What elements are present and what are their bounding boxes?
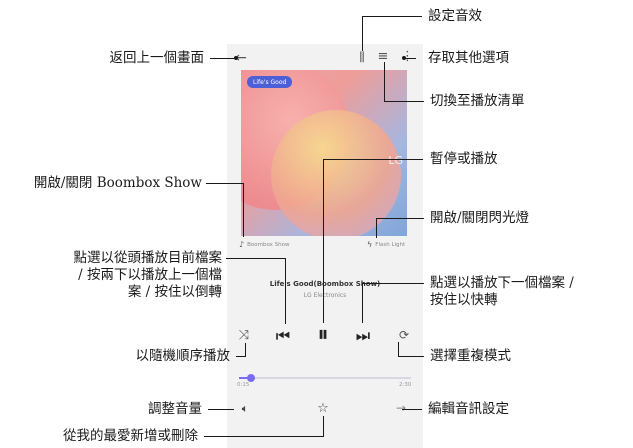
star-icon[interactable]: ☆ bbox=[315, 401, 331, 416]
album-art: Life's Good LG bbox=[241, 70, 407, 236]
annotation-repeat: 選擇重複模式 bbox=[430, 348, 511, 364]
skip-next-icon[interactable]: ⏭ bbox=[352, 326, 374, 346]
boombox-toggle[interactable]: ♪ Boombox Show bbox=[239, 240, 290, 249]
playlist-icon[interactable]: ≡ bbox=[375, 49, 391, 64]
annotation-edit-audio: 編輯音訊設定 bbox=[428, 401, 509, 417]
boombox-label: Boombox Show bbox=[247, 241, 290, 248]
annotation-shuffle: 以隨機順序播放 bbox=[135, 348, 231, 364]
annotation-switch-playlist: 切換至播放清單 bbox=[430, 93, 525, 109]
annotation-set-sound-effect: 設定音效 bbox=[428, 8, 482, 24]
edit-arrow-icon[interactable]: → bbox=[393, 401, 409, 415]
artist-name: LG Electronics bbox=[303, 292, 347, 299]
flash-icon: ϟ bbox=[367, 240, 373, 249]
annotation-next-line: 點選以播放下一個檔案 / bbox=[430, 275, 574, 291]
annotation-next: 點選以播放下一個檔案 / 按住以快轉 bbox=[430, 275, 574, 309]
repeat-icon[interactable]: ⟳ bbox=[395, 328, 413, 342]
time-elapsed: 0:15 bbox=[237, 382, 250, 388]
flash-label: Flash Light bbox=[375, 241, 406, 248]
flash-toggle[interactable]: ϟ Flash Light bbox=[367, 240, 405, 249]
album-tag: Life's Good bbox=[247, 76, 293, 88]
music-player-screen: ← ⫼ ≡ ⋮ Life's Good LG ♪ Boombox Show ϟ … bbox=[227, 44, 423, 448]
annotation-flash: 開啟/關閉閃光燈 bbox=[430, 210, 530, 226]
boombox-icon: ♪ bbox=[239, 240, 245, 249]
equalizer-icon[interactable]: ⫼ bbox=[355, 50, 369, 65]
shuffle-icon[interactable]: ⤨ bbox=[235, 328, 253, 343]
annotation-previous-line: 點選以從頭播放目前檔案 bbox=[73, 250, 223, 266]
annotation-boombox: 開啟/關閉 Boombox Show bbox=[33, 175, 202, 191]
album-tag-label: Life's Good bbox=[253, 78, 287, 86]
skip-previous-icon[interactable]: ⏮ bbox=[272, 326, 294, 346]
annotation-more-options: 存取其他選項 bbox=[428, 50, 509, 66]
annotation-favorite: 從我的最愛新增或刪除 bbox=[63, 428, 198, 444]
seek-bar[interactable] bbox=[239, 374, 411, 382]
album-side-text: LG bbox=[388, 154, 403, 167]
pause-icon[interactable]: ⏸ bbox=[310, 322, 336, 347]
annotation-previous: 點選以從頭播放目前檔案 / 按兩下以播放上一個檔 案 / 按住以倒轉 bbox=[6, 250, 223, 301]
seek-bar-handle[interactable] bbox=[247, 374, 256, 382]
time-total: 2:30 bbox=[399, 382, 412, 388]
annotation-previous-line: 案 / 按住以倒轉 bbox=[127, 284, 222, 300]
annotation-pause-play: 暫停或播放 bbox=[430, 151, 498, 167]
annotation-go-back: 返回上一個畫面 bbox=[109, 50, 205, 66]
song-title: Life's Good(Boombox Show) bbox=[269, 280, 381, 288]
annotation-next-line: 按住以快轉 bbox=[430, 292, 498, 308]
annotation-previous-line: / 按兩下以播放上一個檔 bbox=[78, 267, 222, 283]
volume-icon[interactable]: 🔈︎ bbox=[237, 402, 253, 416]
annotation-volume: 調整音量 bbox=[148, 401, 202, 417]
